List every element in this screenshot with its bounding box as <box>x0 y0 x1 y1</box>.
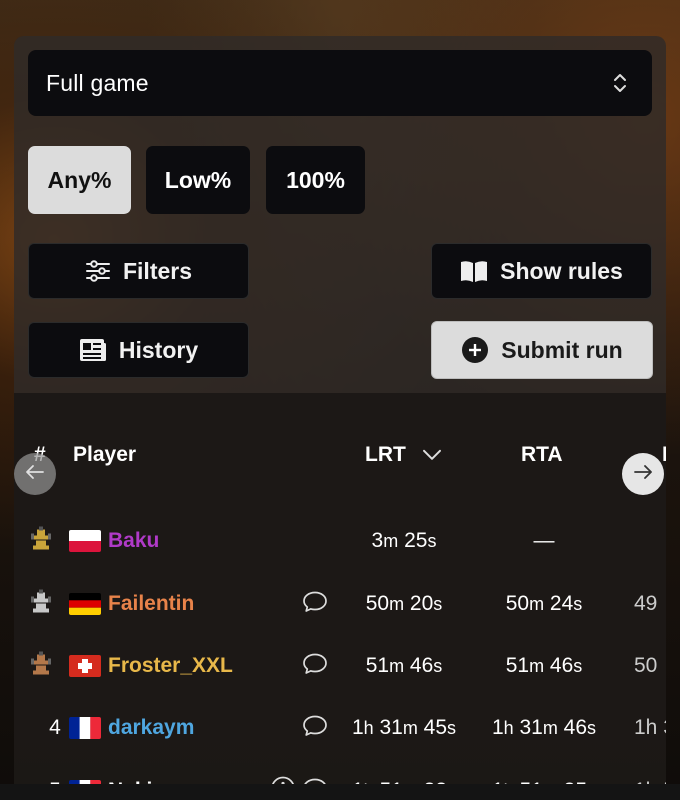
leaderboard-panel: Full game Any% Low% 100% Filters Show ru… <box>14 36 666 800</box>
book-icon <box>460 259 488 283</box>
comment-icon[interactable] <box>302 590 328 619</box>
category-select[interactable]: Full game <box>28 50 652 116</box>
player-name[interactable]: Baku <box>108 529 159 553</box>
rta-time: — <box>533 529 555 552</box>
lrt-time: 1h 31m 45s <box>351 716 457 739</box>
table-row[interactable]: Baku 3m 25s — <box>14 510 666 572</box>
comment-icon[interactable] <box>302 714 328 743</box>
subcategory-label: Any% <box>47 166 112 193</box>
leaderboard-table: # Player LRT RTA I Baku3m 25s—Failentin5… <box>14 393 666 800</box>
table-row[interactable]: Froster_XXL 51m 46s 51m 46s 50 <box>14 635 666 697</box>
extra-time: 50 <box>634 654 658 677</box>
comment-icon[interactable] <box>302 652 328 681</box>
sliders-icon <box>85 259 111 283</box>
header-extra[interactable]: I <box>662 443 666 467</box>
header-player[interactable]: Player <box>73 443 136 467</box>
row-rank: 4 <box>49 716 61 739</box>
history-label: History <box>118 336 199 363</box>
subcategory-any-percent[interactable]: Any% <box>28 146 131 214</box>
arrow-right-icon <box>633 464 653 485</box>
history-button[interactable]: History <box>28 322 249 378</box>
subcategory-label: Low% <box>164 166 232 193</box>
bronze-trophy-icon <box>28 651 54 682</box>
table-row[interactable]: 4 darkaym 1h 31m 45s 1h 31m 46s 1h 3 <box>14 697 666 759</box>
extra-time: 1h 3 <box>634 716 666 739</box>
filters-label: Filters <box>122 257 193 284</box>
flag-france-icon <box>69 717 101 739</box>
rta-time: 1h 31m 46s <box>491 716 597 739</box>
submit-run-label: Submit run <box>501 336 623 363</box>
submit-run-button[interactable]: Submit run <box>431 321 653 379</box>
extra-time: 49 <box>634 592 658 615</box>
newspaper-icon <box>79 337 107 363</box>
arrow-left-icon <box>25 464 45 485</box>
header-rta[interactable]: RTA <box>521 443 563 467</box>
subcategory-100-percent[interactable]: 100% <box>266 146 365 214</box>
silver-trophy-icon <box>28 589 54 620</box>
subcategory-low-percent[interactable]: Low% <box>146 146 250 214</box>
flag-poland-icon <box>69 530 101 552</box>
rta-time: 50m 24s <box>505 592 583 615</box>
bottom-bar <box>0 784 680 800</box>
show-rules-label: Show rules <box>500 257 623 284</box>
subcategory-label: 100% <box>286 166 345 193</box>
player-name[interactable]: Failentin <box>108 592 194 616</box>
lrt-time: 50m 20s <box>365 592 443 615</box>
show-rules-button[interactable]: Show rules <box>431 243 652 299</box>
filters-button[interactable]: Filters <box>28 243 249 299</box>
flag-germany-icon <box>69 593 101 615</box>
scroll-right-button[interactable] <box>622 453 664 495</box>
flag-switzerland-icon <box>69 655 101 677</box>
header-lrt-label: LRT <box>365 442 406 466</box>
chevron-down-icon <box>422 443 442 467</box>
lrt-time: 3m 25s <box>371 529 437 552</box>
header-lrt[interactable]: LRT <box>365 443 442 467</box>
player-name[interactable]: darkaym <box>108 716 194 740</box>
rta-time: 51m 46s <box>505 654 583 677</box>
chevron-updown-icon <box>612 71 628 101</box>
player-name[interactable]: Froster_XXL <box>108 654 233 678</box>
scroll-left-button[interactable] <box>14 453 56 495</box>
table-row[interactable]: Failentin 50m 20s 50m 24s 49 <box>14 573 666 635</box>
plus-circle-icon <box>461 336 489 364</box>
gold-trophy-icon <box>28 526 54 557</box>
category-select-value: Full game <box>46 69 149 96</box>
lrt-time: 51m 46s <box>365 654 443 677</box>
